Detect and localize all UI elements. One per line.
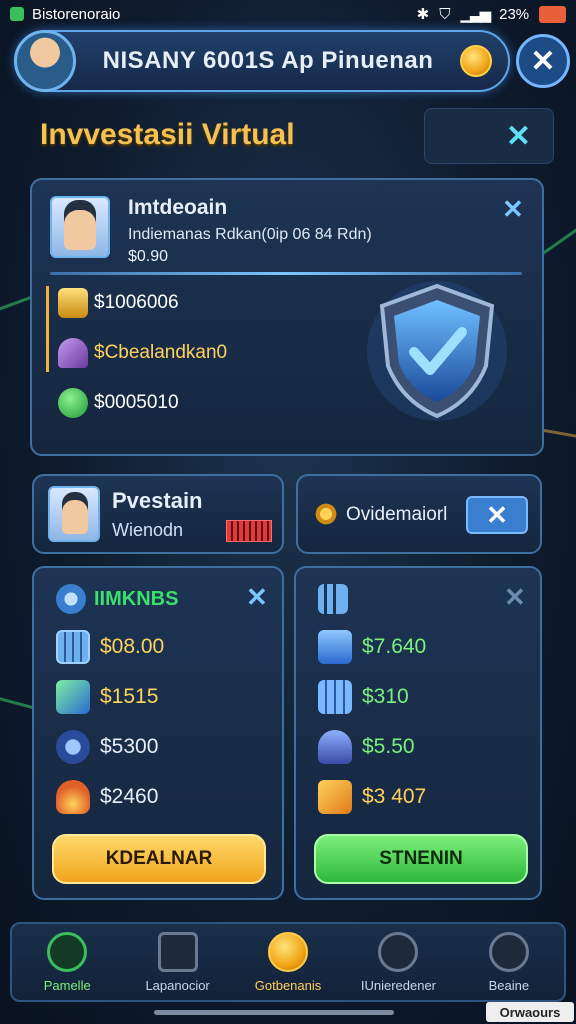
settings-card: Ovidemaiorl ✕: [296, 474, 542, 554]
alert-icon: [488, 931, 529, 972]
investor-avatar: [48, 486, 100, 542]
flame-icon: [56, 780, 90, 814]
chart-check-icon: [56, 680, 90, 714]
card-row: $5300: [56, 730, 158, 764]
nav-label: Pamelle: [43, 977, 91, 993]
green-coin-icon: [58, 388, 88, 418]
card-header-label: IIMKNBS: [94, 587, 179, 610]
frame-icon: [378, 931, 419, 972]
profile-subtitle: Indiemanas Rdkan(0ip 06 84 Rdn): [128, 226, 372, 243]
stack-icon: [318, 630, 352, 664]
battery-text: 23%: [499, 5, 530, 23]
nav-label: Beaine: [488, 977, 530, 993]
card-row-value: $310: [362, 685, 409, 708]
title-close-button[interactable]: ✕: [424, 108, 554, 164]
left-investment-card: IIMKNBS ✕ $08.00 $1515 $5300 $2460 KDEAL…: [32, 566, 284, 900]
profile-close-icon[interactable]: ✕: [502, 194, 524, 225]
status-left-text: Bistorenoraio: [32, 5, 121, 23]
users-icon: [318, 730, 352, 764]
bottom-nav: Pamelle Lapanocior Gotbenanis IUniereden…: [10, 922, 566, 1002]
stat-value: $0005010: [94, 392, 179, 413]
card-row-value: $5.50: [362, 735, 415, 758]
stat-row: $Cbealandkan0: [58, 338, 227, 368]
stat-row: $1006006: [58, 288, 179, 318]
nav-item-frame[interactable]: IUnieredener: [343, 924, 453, 1000]
home-icon: [47, 931, 88, 972]
card-row: $1515: [56, 680, 158, 714]
settings-label: Ovidemaiorl: [346, 504, 448, 525]
app-header: NISANY 6001S Ap Pinuenan: [14, 30, 510, 92]
star-badge-icon: [157, 931, 198, 972]
right-investment-card: ✕ $7.640 $310 $5.50 $3 407 STNENIN: [294, 566, 542, 900]
gem-icon: [58, 338, 88, 368]
signal-icon: ▁▃▅: [460, 6, 492, 23]
invest-summary-title: Pvestain: [112, 488, 203, 513]
home-indicator[interactable]: [154, 1010, 394, 1015]
coin-icon: [268, 931, 309, 972]
card-row-value: $3 407: [362, 785, 427, 808]
card-row: $5.50: [318, 730, 415, 764]
bluetooth-icon: ✱: [416, 6, 430, 23]
divider: [50, 272, 522, 275]
card-row-value: $1515: [100, 685, 159, 708]
card-header: IIMKNBS: [56, 584, 178, 614]
gold-bars-icon: [58, 288, 88, 318]
profile-avatar[interactable]: [50, 196, 110, 258]
nav-item-alerts[interactable]: Beaine: [454, 924, 564, 1000]
accent-bar: [46, 286, 49, 372]
page-title: Invvestasii Virtual: [40, 118, 295, 151]
nav-item-coins[interactable]: Gotbenanis: [233, 924, 343, 1000]
stat-value: $1006006: [94, 292, 179, 313]
profile-panel: Imtdeoain Indiemanas Rdkan(0ip 06 84 Rdn…: [30, 178, 544, 456]
close-button[interactable]: ✕: [516, 34, 570, 88]
nav-label: Lapanocior: [145, 977, 210, 993]
bar-chart-icon: [318, 584, 348, 614]
settings-close-button[interactable]: ✕: [466, 496, 528, 534]
card-row: $7.640: [318, 630, 426, 664]
clock-icon: [56, 730, 90, 764]
card-row: $310: [318, 680, 409, 714]
calculator-icon: [56, 630, 90, 664]
user-avatar[interactable]: [14, 30, 76, 92]
card-row: $3 407: [318, 780, 426, 814]
clock-badge-icon: [56, 584, 86, 614]
coin-icon[interactable]: [460, 45, 492, 77]
card-close-icon[interactable]: ✕: [246, 582, 268, 613]
nav-label: IUnieredener: [360, 977, 436, 993]
notification-icon: [10, 7, 24, 21]
card-header: [318, 584, 348, 614]
shield-status-icon: ⛉: [439, 5, 451, 23]
progress-bars-icon: [226, 520, 272, 542]
envelope-icon: [318, 780, 352, 814]
nav-item-home[interactable]: Pamelle: [12, 924, 122, 1000]
card-row-value: $08.00: [100, 635, 165, 658]
card-row-value: $2460: [100, 785, 159, 808]
battery-icon: [539, 5, 566, 23]
gear-icon: [314, 502, 338, 526]
card-close-icon[interactable]: ✕: [504, 582, 526, 613]
shield-emblem-icon: [367, 281, 507, 421]
invest-summary-card[interactable]: Pvestain Wienodn: [32, 474, 284, 554]
stat-value: $Cbealandkan0: [94, 342, 228, 363]
close-icon: ✕: [486, 499, 508, 530]
card-row-value: $5300: [100, 735, 159, 758]
close-icon: ✕: [505, 119, 531, 153]
nav-item-leaderboard[interactable]: Lapanocior: [122, 924, 232, 1000]
right-action-button[interactable]: STNENIN: [314, 834, 528, 884]
invest-summary-subtitle: Wienodn: [112, 520, 184, 540]
left-action-button[interactable]: KDEALNAR: [52, 834, 266, 884]
watermark: Orwaours: [486, 1002, 574, 1022]
profile-balance: $0.90: [128, 248, 169, 265]
profile-name: Imtdeoain: [128, 196, 228, 219]
stat-row: $0005010: [58, 388, 179, 418]
nav-label: Gotbenanis: [254, 977, 322, 993]
card-row: $2460: [56, 780, 158, 814]
status-bar: Bistorenoraio ✱ ⛉ ▁▃▅ 23%: [0, 0, 576, 28]
building-icon: [318, 680, 352, 714]
header-title: NISANY 6001S Ap Pinuenan: [102, 47, 434, 74]
card-row-value: $7.640: [362, 635, 427, 658]
card-row: $08.00: [56, 630, 164, 664]
close-icon: ✕: [530, 44, 556, 78]
